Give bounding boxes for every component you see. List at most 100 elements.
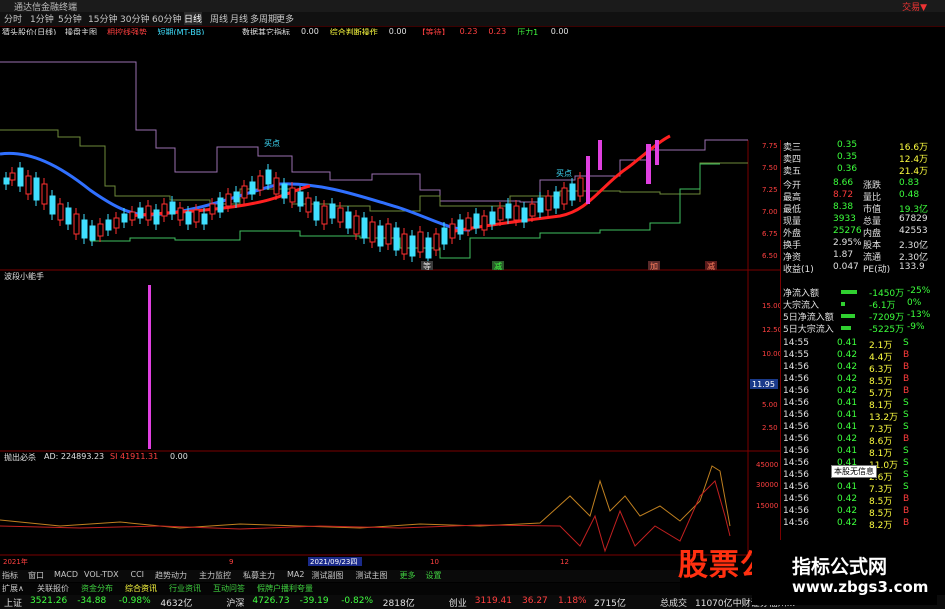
stat-value: 1.87 — [833, 250, 854, 260]
date-mark-2: 10 — [430, 558, 439, 566]
candle-body — [209, 203, 216, 215]
tick-row: 14:56 0.42 5.7万 B — [781, 386, 931, 399]
status-item-4: 4632亿 — [160, 599, 193, 609]
candle-body — [97, 223, 104, 237]
flow-pct: 0% — [907, 298, 922, 308]
stat-value-2: 133.9 — [899, 262, 925, 272]
tick-time: 14:56 — [783, 422, 809, 432]
flow-row: 5日大宗流入 -5225万 -9% — [781, 322, 931, 335]
info-tab-3[interactable]: 综合资讯 — [125, 583, 157, 594]
period-5[interactable]: 60分钟 — [152, 12, 181, 25]
flow-bar — [841, 314, 855, 318]
flow-row: 大宗流入 -6.1万 0% — [781, 298, 931, 311]
candle-body — [377, 225, 384, 247]
candle-body — [329, 203, 336, 219]
indicator-tab-1[interactable]: 窗口 — [28, 570, 44, 581]
status-item-12: 36.27 — [522, 596, 548, 606]
period-8[interactable]: 月线 — [230, 12, 248, 25]
tooltip: 本股无信息 — [831, 465, 877, 478]
price-tick: 6.50 — [762, 252, 778, 260]
indicator-tab-12[interactable]: 设置 — [426, 570, 442, 581]
sub2-zero: 0.00 — [170, 452, 188, 461]
candle-body — [153, 209, 160, 225]
tick-time: 14:56 — [783, 398, 809, 408]
indicator-tab-0[interactable]: 指标 — [2, 570, 18, 581]
candle-body — [3, 177, 10, 185]
period-1[interactable]: 1分钟 — [30, 12, 54, 25]
candle-body — [473, 213, 480, 229]
tick-price: 0.42 — [837, 386, 858, 396]
indicator-tab-9[interactable]: 测试副图 — [312, 570, 344, 581]
candle-body — [449, 223, 456, 239]
period-3[interactable]: 15分钟 — [88, 12, 117, 25]
signal-reduce-2: 减 — [707, 261, 715, 271]
period-7[interactable]: 周线 — [210, 12, 228, 25]
candle-body — [17, 167, 24, 187]
indicator-tab-3[interactable]: VOL-TDX — [84, 570, 119, 579]
stat-label: 收益(1) — [783, 265, 814, 275]
info-tab-5[interactable]: 互动问答 — [213, 583, 245, 594]
period-6[interactable]: 日线 — [184, 12, 203, 25]
price-tick: 7.75 — [762, 142, 778, 150]
candle-body — [233, 191, 240, 203]
tick-time: 14:56 — [783, 410, 809, 420]
candle-body — [161, 203, 168, 217]
info-tab-2[interactable]: 资金分布 — [81, 583, 113, 594]
candle-body — [489, 211, 496, 225]
status-item-15: 总成交 — [660, 599, 688, 609]
info-tab-0[interactable]: 扩展∧ — [2, 583, 24, 594]
indicator-tab-11[interactable]: 更多 — [400, 570, 416, 581]
tick-row: 14:56 0.42 8.2万 B — [781, 518, 931, 531]
tick-time: 14:56 — [783, 482, 809, 492]
period-0[interactable]: 分时 — [4, 12, 22, 25]
svg-text:5.00: 5.00 — [762, 401, 778, 409]
status-item-10: 创业 — [448, 599, 467, 609]
candle-body — [105, 219, 112, 231]
flow-pct: -9% — [907, 322, 925, 332]
indicator-tab-5[interactable]: 趋势动力 — [155, 570, 187, 581]
indicator-tab-7[interactable]: 私募主力 — [243, 570, 275, 581]
candle-body — [409, 235, 416, 257]
tick-time: 14:56 — [783, 518, 809, 528]
tick-side: S — [903, 446, 909, 456]
period-9[interactable]: 多周期 — [250, 12, 277, 25]
candle-body — [537, 197, 544, 213]
period-2[interactable]: 5分钟 — [58, 12, 82, 25]
stat-label-2: PE(动) — [863, 265, 891, 275]
period-4[interactable]: 30分钟 — [120, 12, 149, 25]
candle-body — [49, 195, 56, 215]
indicator-tab-8[interactable]: MA2 — [287, 570, 304, 579]
status-item-5: 沪深 — [226, 599, 245, 609]
status-item-9: 2818亿 — [382, 599, 415, 609]
indicator-tab-2[interactable]: MACD — [54, 570, 78, 579]
candle-body — [393, 227, 400, 251]
date-axis-cursor: 2021/09/23四 — [310, 558, 357, 566]
stat-row: 最高 8.72 量比 0.48 — [781, 190, 931, 203]
indicator-tab-4[interactable]: CCI — [131, 570, 145, 579]
status-item-1: 3521.26 — [30, 596, 68, 606]
indicator-tab-6[interactable]: 主力监控 — [199, 570, 231, 581]
stat-value: 2.95% — [833, 238, 862, 248]
flow-row: 5日净流入额 -7209万 -13% — [781, 310, 931, 323]
indicator-tab-bar: 指标 窗口 MACD VOL-TDX CCI 趋势动力 主力监控 私募主力 MA2 测试副图 测试主… — [0, 570, 680, 582]
indicator-tab-10[interactable]: 测试主图 — [356, 570, 388, 581]
status-item-8: -0.82% — [341, 596, 374, 606]
tick-time: 14:56 — [783, 374, 809, 384]
info-tab-4[interactable]: 行业资讯 — [169, 583, 201, 594]
candle-body — [361, 217, 368, 239]
candle-body — [201, 213, 208, 225]
status-item-7: -39.19 — [299, 596, 329, 606]
period-10[interactable]: 更多 — [276, 12, 294, 25]
svg-text:2.50: 2.50 — [762, 424, 778, 432]
info-tab-1[interactable]: 关联报价 — [37, 583, 69, 594]
tick-side: B — [903, 374, 910, 384]
tick-time: 14:56 — [783, 494, 809, 504]
tick-row: 14:56 0.42 8.5万 B — [781, 494, 931, 507]
status-item-14: 2715亿 — [594, 599, 626, 609]
candle-body — [25, 175, 32, 195]
stat-value: 0.047 — [833, 262, 859, 272]
candle-body — [81, 219, 88, 239]
stat-row: 最低 8.38 市值 19.3亿 — [781, 202, 931, 215]
info-tab-6[interactable]: 假牌户播利夸量 — [257, 583, 313, 594]
period-bar: 分时 1分钟 5分钟 15分钟 30分钟 60分钟 日线 周线 月线 多周期 更多 — [0, 12, 945, 26]
